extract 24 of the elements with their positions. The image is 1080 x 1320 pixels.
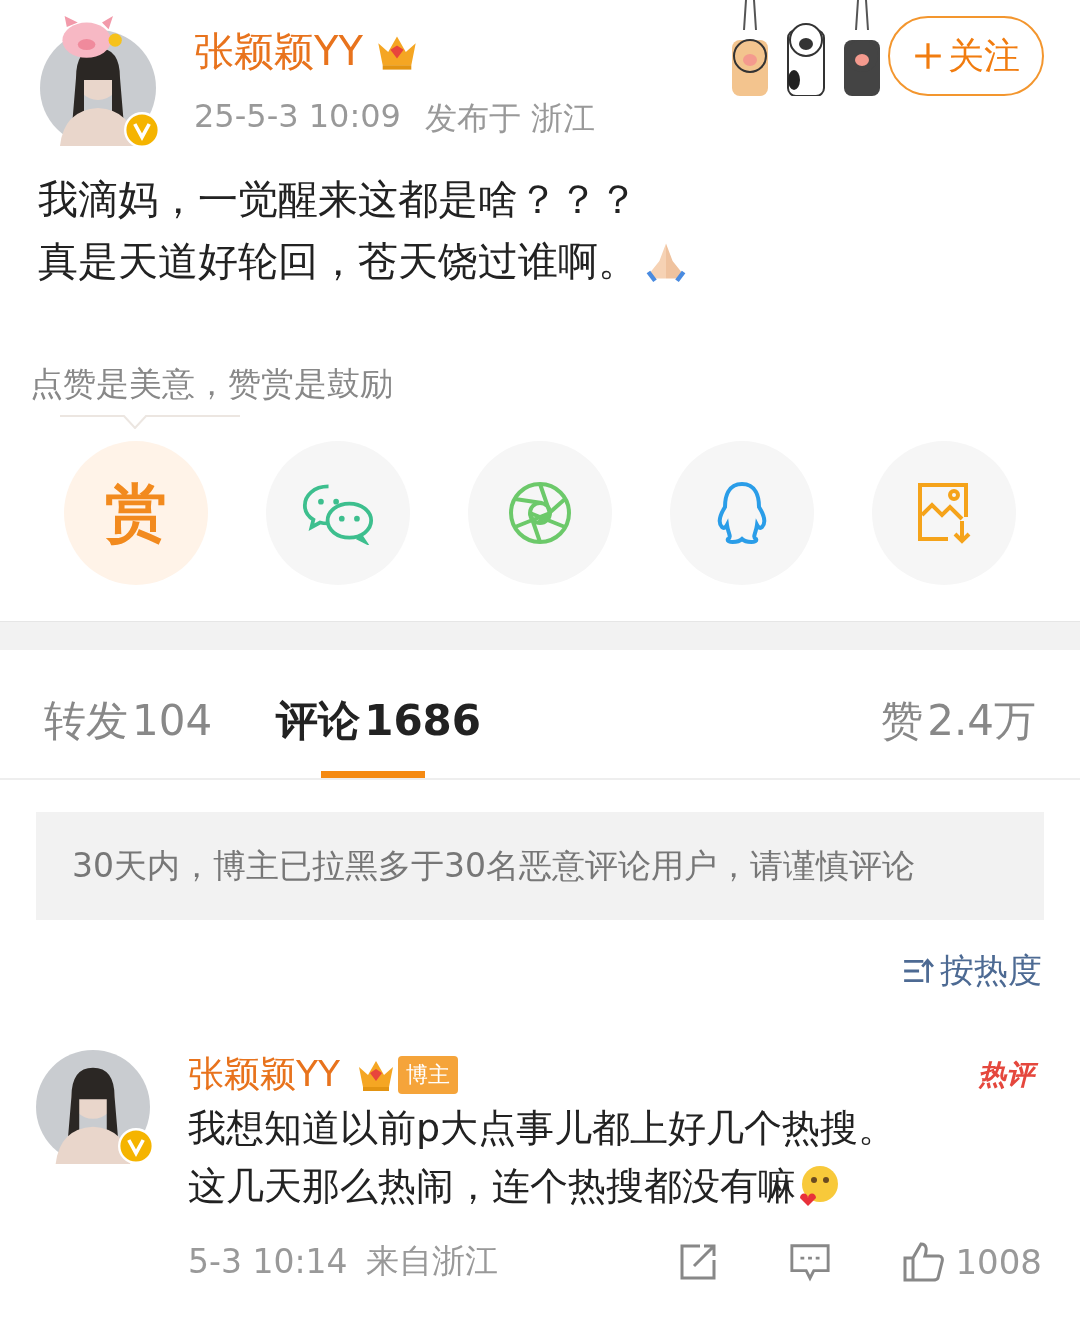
plus-icon <box>912 40 944 72</box>
commenter-name[interactable]: 张颖颖YY <box>188 1050 340 1099</box>
follow-button[interactable]: 关注 <box>888 16 1044 96</box>
author-badge: 博主 <box>398 1055 458 1094</box>
author-name[interactable]: 张颖颖YY <box>194 24 363 79</box>
post-location: 发布于 浙江 <box>424 98 596 139</box>
notice-banner: 30天内，博主已拉黑多于30名恶意评论用户，请谨慎评论 <box>36 812 1044 920</box>
comment-time: 5-3 10:14 <box>188 1242 348 1281</box>
tab[interactable]: 赞2.4万 <box>881 690 1036 778</box>
post-text: 我滴妈，一觉醒来这都是啥？？？ <box>38 175 638 224</box>
comment-text: 这几天那么热闹，连个热搜都没有嘛 <box>188 1163 796 1210</box>
avatar[interactable] <box>36 1050 150 1164</box>
sort-button[interactable]: 按热度 <box>902 948 1042 994</box>
comment-text: 我想知道以前p大点事儿都上好几个热搜。 <box>188 1105 897 1152</box>
tab[interactable]: 转发 104 <box>44 690 213 778</box>
tab[interactable]: 评论 1686 <box>276 690 482 778</box>
like-button[interactable]: 1008 <box>901 1239 1042 1284</box>
comment-location: 来自浙江 <box>365 1240 498 1282</box>
reward-hint: 点赞是美意，赞赏是鼓励 <box>30 364 393 403</box>
hot-comment-label: 热评 <box>974 1053 1042 1096</box>
sort-icon <box>902 957 934 985</box>
comment-icon[interactable] <box>789 1241 832 1282</box>
post-time: 25-5-3 10:09 <box>194 97 401 137</box>
post-text: 真是天道好轮回，苍天饶过谁啊。 <box>38 237 638 286</box>
